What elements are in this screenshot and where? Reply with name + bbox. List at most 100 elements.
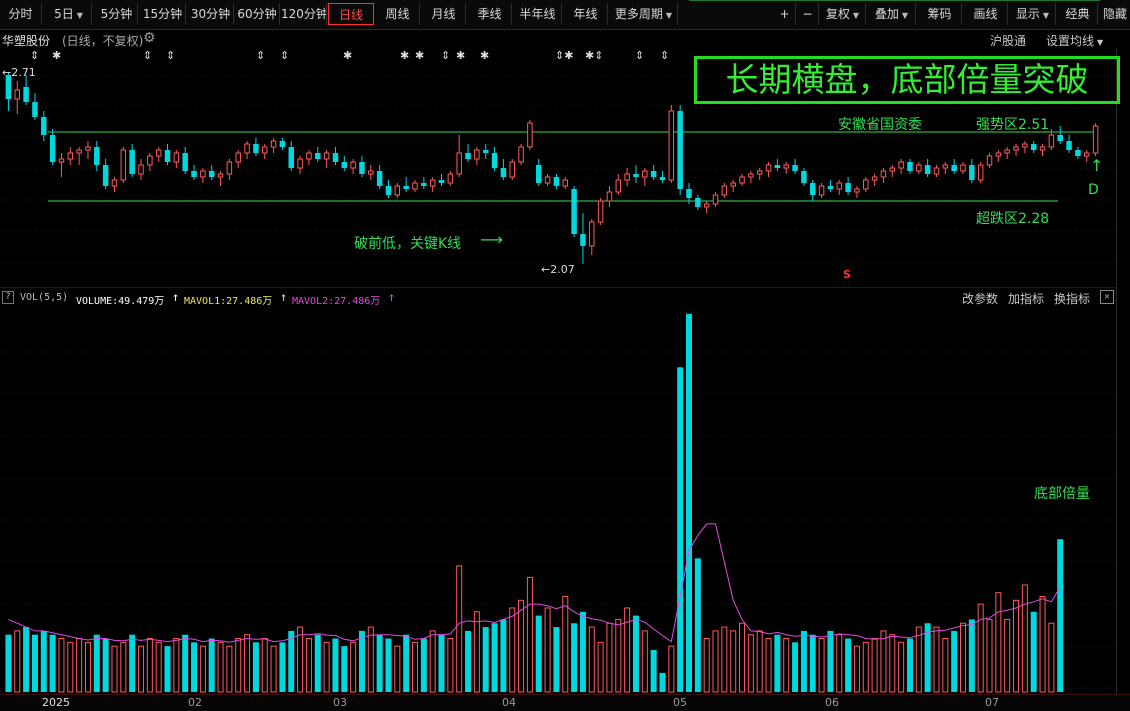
marker-icon: ✱ <box>480 49 490 62</box>
volume-bar <box>509 607 516 693</box>
candle-body <box>712 194 719 205</box>
volume-bar <box>58 638 65 693</box>
candle-body <box>580 234 586 246</box>
candle-body <box>659 177 666 180</box>
volume-bar <box>792 642 799 692</box>
volume-bar <box>102 638 109 692</box>
volume-bar <box>526 576 533 693</box>
candle-body <box>182 153 188 171</box>
marker-icon: ✱⇕ <box>585 49 604 62</box>
candle-body <box>898 161 904 169</box>
volume-bar <box>76 638 83 693</box>
candle-body <box>863 179 869 190</box>
left-arrow-icon: ← <box>541 263 551 276</box>
up-arrow-icon: ↑ <box>388 290 396 304</box>
candle-body <box>412 182 418 190</box>
volume-bar <box>456 565 463 693</box>
volume-bar <box>650 649 657 692</box>
candle-body <box>721 185 728 196</box>
up-arrow-icon: ↑ <box>280 290 288 304</box>
volume-bar <box>208 638 215 692</box>
volume-bar <box>783 638 790 693</box>
low-price-marker: ←2.07 <box>541 263 575 276</box>
volume-bar <box>518 599 525 693</box>
volume-bar <box>411 641 419 693</box>
time-axis: 2025 02 03 04 05 06 07 <box>0 694 1130 711</box>
axis-label-month: 02 <box>188 696 202 709</box>
volume-bar <box>853 645 860 693</box>
candle-body <box>58 158 65 163</box>
volume-bar <box>403 634 410 692</box>
volume-bar <box>641 630 648 693</box>
volume-bar <box>544 607 551 693</box>
volume-bar <box>376 634 383 692</box>
volume-bar <box>305 638 312 693</box>
volume-bar <box>31 634 38 692</box>
volume-bar <box>712 630 719 693</box>
candle-body <box>739 176 745 184</box>
candle-body <box>403 186 409 189</box>
switch-indicator-button[interactable]: 换指标 <box>1054 290 1090 307</box>
volume-bar <box>721 626 728 693</box>
candle-body <box>200 170 206 178</box>
candle-body <box>173 152 180 163</box>
candle-body <box>138 164 144 175</box>
candle-body <box>703 203 710 208</box>
marker-icon: ✱ <box>415 49 425 62</box>
marker-icon: ⇕ <box>660 49 670 62</box>
candle-body <box>880 170 887 178</box>
volume-bar <box>624 607 631 693</box>
high-price-value: 2.71 <box>11 66 36 79</box>
candle-body <box>288 147 294 168</box>
candle-body <box>421 183 427 186</box>
marker-icon: ⇕ <box>256 49 266 62</box>
marker-icon: ⇕ <box>635 49 645 62</box>
edit-params-button[interactable]: 改参数 <box>962 290 998 307</box>
volume-bar <box>606 622 613 693</box>
candle-body <box>1092 125 1099 154</box>
axis-label-month: 05 <box>673 696 687 709</box>
candle-body <box>792 165 798 171</box>
candle-body <box>385 186 392 195</box>
candle-body <box>597 200 604 223</box>
candle-body <box>995 152 1002 157</box>
help-icon[interactable]: ? <box>2 291 14 304</box>
break-low-note: 破前低，关键K线 <box>354 236 462 252</box>
volume-bar <box>827 630 834 692</box>
candle-body <box>1013 146 1019 151</box>
low-price-value: 2.07 <box>550 263 575 276</box>
candle-body <box>394 185 401 196</box>
candle-body <box>85 146 91 151</box>
candle-body <box>376 171 383 186</box>
volume-bar <box>818 638 825 693</box>
volume-bar <box>429 630 436 693</box>
marker-icon: ⇕✱ <box>555 49 574 62</box>
volume-bar <box>562 596 569 693</box>
volume-bar <box>959 622 967 693</box>
candle-body <box>341 162 348 168</box>
candle-body <box>836 182 842 190</box>
candle-body <box>624 173 630 181</box>
candle-body <box>783 164 789 169</box>
candle-body <box>509 161 515 178</box>
candle-body <box>147 155 153 166</box>
candle-body <box>765 164 772 172</box>
candle-body <box>465 153 471 159</box>
volume-bar <box>314 634 321 692</box>
volume-bar <box>995 592 1002 693</box>
candle-body <box>845 183 851 192</box>
candle-body <box>810 183 816 195</box>
close-icon[interactable]: ✕ <box>1100 290 1114 304</box>
candle-body <box>907 162 913 171</box>
candle-body <box>23 87 29 102</box>
candle-body <box>350 161 356 169</box>
volume-bar <box>332 638 339 692</box>
add-indicator-button[interactable]: 加指标 <box>1008 290 1044 307</box>
axis-label-month: 03 <box>333 696 347 709</box>
candle-body <box>871 176 878 181</box>
volume-bar <box>40 630 47 692</box>
candle-body <box>456 152 462 175</box>
s-marker: S <box>843 268 851 281</box>
volume-bar <box>535 615 542 692</box>
candle-body <box>76 149 82 154</box>
